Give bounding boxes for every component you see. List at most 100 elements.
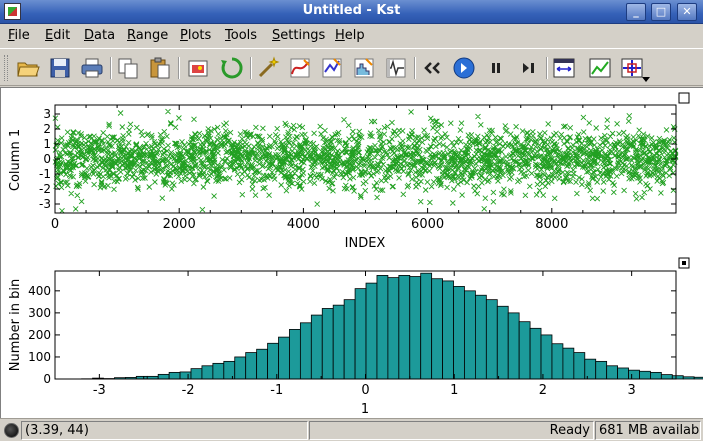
- histogram-bar: [518, 321, 531, 380]
- new-histogram-icon[interactable]: [352, 56, 376, 80]
- histogram-plot[interactable]: -3 -2 -1 0 1 2 3 400 300 200 100 0 1 Number in bin: [8, 257, 703, 417]
- histogram-bar: [639, 370, 651, 380]
- y-tick-label: 3: [43, 107, 51, 121]
- histogram-bar: [606, 365, 618, 380]
- y-tick-label: 300: [28, 306, 51, 320]
- new-spectrum-icon[interactable]: [384, 56, 408, 80]
- histogram-bar: [234, 356, 247, 380]
- x-tick-label: 4000: [287, 217, 320, 232]
- histogram-bar: [190, 368, 203, 380]
- histogram-bar: [573, 352, 586, 380]
- menu-edit[interactable]: Edit: [45, 28, 70, 43]
- maximize-button[interactable]: □: [651, 3, 671, 21]
- memory-status: 681 MB available: [595, 421, 701, 440]
- paste-icon[interactable]: [148, 56, 172, 80]
- histogram-bar: [682, 376, 695, 380]
- histogram-bar: [376, 275, 389, 380]
- x-tick-label: -3: [93, 383, 106, 398]
- toolbar: [0, 48, 703, 86]
- pause-icon[interactable]: [484, 56, 508, 80]
- histogram-bar: [256, 348, 268, 380]
- menu-data[interactable]: Data: [84, 28, 115, 43]
- copy-icon[interactable]: [116, 56, 140, 80]
- y-tick-label: 400: [28, 284, 51, 298]
- status-text: Ready: [309, 421, 594, 440]
- print-icon[interactable]: [80, 56, 104, 80]
- y-tick-label: 2: [43, 122, 51, 136]
- x-tick-label: 6000: [411, 217, 444, 232]
- histogram-bar: [310, 314, 323, 380]
- play-icon[interactable]: [452, 56, 476, 80]
- open-icon[interactable]: [16, 56, 40, 80]
- histogram-bar: [278, 336, 290, 380]
- y-tick-label: -2: [39, 182, 51, 196]
- x-tick-label: 2: [539, 383, 547, 398]
- export-image-icon[interactable]: [186, 56, 210, 80]
- zoom-mode-icon[interactable]: [552, 56, 576, 80]
- histogram-bar: [628, 369, 640, 380]
- histogram-bar: [551, 343, 564, 380]
- histogram-bar: [453, 286, 465, 380]
- chevron-down-icon[interactable]: [642, 77, 650, 83]
- histogram-bar: [343, 299, 356, 380]
- menu-range[interactable]: Range: [127, 28, 168, 43]
- menu-file[interactable]: File: [8, 28, 30, 43]
- histogram-bar: [387, 277, 400, 380]
- back-icon[interactable]: [420, 56, 444, 80]
- x-tick-label: 8000: [535, 217, 568, 232]
- new-equation-icon[interactable]: [320, 56, 344, 80]
- x-tick-label: -2: [182, 383, 195, 398]
- maximize-icon: □: [655, 5, 667, 18]
- toolbar-separator: [250, 57, 252, 79]
- active-plot-indicator: [682, 261, 686, 265]
- menu-plots[interactable]: Plots: [180, 28, 211, 43]
- scatter-plot[interactable]: 0 2000 4000 6000 80003210-1-2-3 INDEX Column…: [8, 92, 690, 251]
- new-curve-icon[interactable]: [288, 56, 312, 80]
- histogram-bar: [507, 312, 520, 380]
- histogram-xlabel: 1: [361, 402, 369, 417]
- histogram-bar: [201, 365, 214, 380]
- y-tick-label: -3: [39, 197, 51, 211]
- toolbar-grip[interactable]: [4, 55, 8, 81]
- skip-end-icon[interactable]: [516, 56, 540, 80]
- menu-help[interactable]: Help: [335, 28, 365, 43]
- data-mode-icon[interactable]: [588, 56, 612, 80]
- histogram-bar: [474, 294, 487, 380]
- status-led-icon: [4, 423, 19, 438]
- histogram-bar: [420, 272, 433, 380]
- histogram-bar: [660, 374, 673, 380]
- save-icon[interactable]: [48, 56, 72, 80]
- histogram-bar: [431, 278, 443, 380]
- y-tick-label: 100: [28, 350, 51, 364]
- layout-mode-icon[interactable]: [620, 56, 644, 80]
- window-title: Untitled - Kst: [302, 3, 401, 18]
- plots-svg[interactable]: 0 2000 4000 6000 80003210-1-2-3 INDEX Column…: [1, 88, 703, 418]
- data-wizard-icon[interactable]: [256, 56, 280, 80]
- maximize-plot-icon[interactable]: [678, 92, 690, 104]
- close-icon: ✕: [682, 5, 692, 18]
- histogram-bar: [168, 371, 181, 380]
- plot-canvas: 0 2000 4000 6000 8000 3 2 1 0 -1 -2 -3 INDEX Column…: [0, 87, 703, 418]
- close-button[interactable]: ✕: [677, 3, 697, 21]
- menu-tools[interactable]: Tools: [225, 28, 257, 43]
- histogram-bar: [442, 280, 454, 380]
- toolbar-separator: [546, 57, 548, 79]
- menu-settings[interactable]: Settings: [272, 28, 325, 43]
- histogram-bar: [562, 347, 575, 380]
- histogram-bar: [299, 322, 312, 380]
- scatter-ylabel: Column 1: [8, 129, 23, 191]
- x-tick-label: 2000: [163, 217, 196, 232]
- y-tick-label: 0: [43, 152, 51, 166]
- histogram-bar: [650, 371, 662, 380]
- histogram-bar: [584, 358, 597, 380]
- x-tick-label: 0: [51, 217, 59, 232]
- histogram-bar: [617, 367, 629, 380]
- histogram-bar: [595, 360, 608, 380]
- y-tick-label: 0: [43, 372, 51, 386]
- toolbar-separator: [110, 57, 112, 79]
- reload-icon[interactable]: [220, 56, 244, 80]
- histogram-bar: [321, 308, 334, 380]
- histogram-bar: [398, 275, 411, 380]
- histogram-bar: [464, 290, 476, 380]
- minimize-button[interactable]: _: [626, 3, 646, 21]
